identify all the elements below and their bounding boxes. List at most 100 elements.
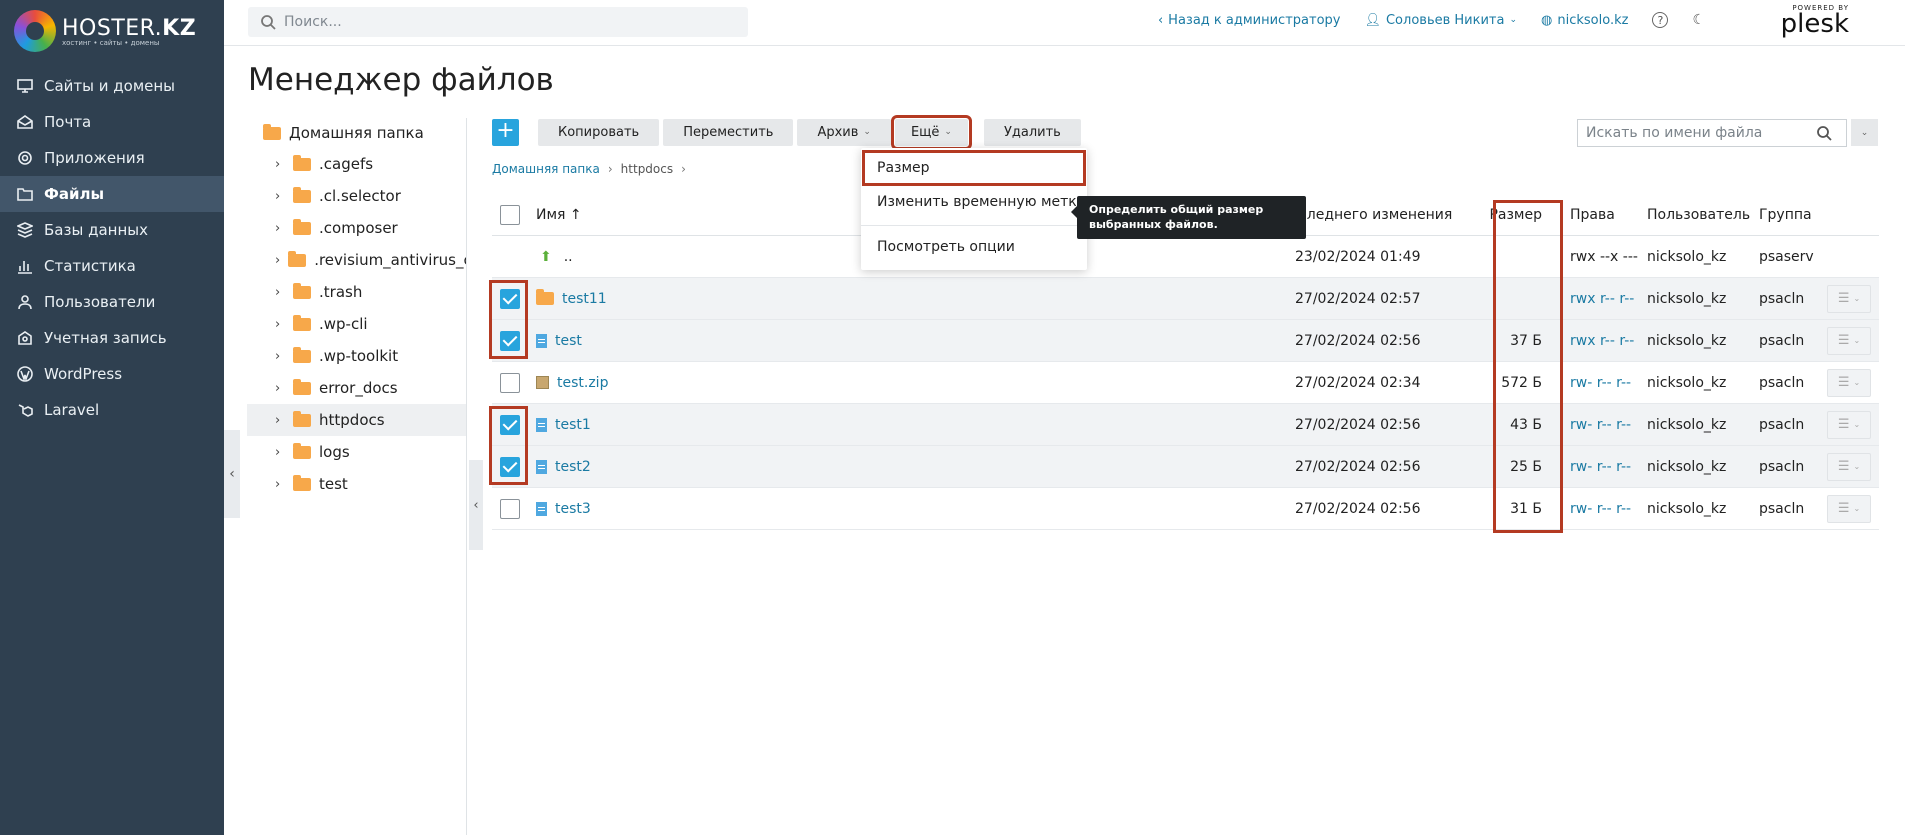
table-row[interactable]: ⬆︎.. 23/02/2024 01:49 rwx --x --- nicksolo_… — [492, 236, 1879, 278]
file-search-input[interactable] — [1586, 125, 1816, 141]
sidebar-item-mail[interactable]: Почта — [0, 104, 224, 140]
chevron-right-icon[interactable]: › — [275, 285, 285, 300]
row-actions-button[interactable]: ☰ ⌄ — [1827, 452, 1871, 481]
global-search[interactable] — [248, 7, 748, 37]
table-row[interactable]: test.zip 27/02/2024 02:34 572 Бrw- r-- r--… — [492, 362, 1879, 404]
select-all-checkbox[interactable] — [500, 204, 520, 225]
delete-button[interactable]: Удалить — [983, 118, 1081, 146]
file-group: psacln — [1759, 500, 1805, 517]
chevron-right-icon[interactable]: › — [275, 445, 285, 460]
monitor-icon — [16, 77, 34, 95]
tree-root[interactable]: Домашняя папка — [247, 118, 466, 148]
breadcrumb-current[interactable]: httpdocs — [621, 162, 673, 176]
sidebar-item-wordpress[interactable]: WordPress — [0, 356, 224, 392]
moon-icon[interactable]: ☾ — [1692, 12, 1705, 28]
tree-item[interactable]: › .trash — [247, 276, 466, 308]
chevron-down-icon: ⌄ — [1853, 378, 1861, 387]
back-to-admin-link[interactable]: ‹ Назад к администратору — [1158, 13, 1341, 28]
table-row[interactable]: test2 27/02/2024 02:56 25 Бrw- r-- r-- nick… — [492, 446, 1879, 488]
tree-item[interactable]: › logs — [247, 436, 466, 468]
search-options-button[interactable]: ⌄ — [1851, 119, 1878, 146]
tree-item[interactable]: › .wp-cli — [247, 308, 466, 340]
chevron-right-icon[interactable]: › — [275, 317, 285, 332]
menu-item-view-options[interactable]: Посмотреть опции — [861, 230, 1087, 264]
tree-collapse-button[interactable]: ‹ — [469, 460, 483, 550]
file-name[interactable]: test.zip — [557, 375, 608, 391]
tree-item[interactable]: › .cl.selector — [247, 180, 466, 212]
chevron-right-icon[interactable]: › — [275, 477, 285, 492]
file-permissions[interactable]: rwx r-- r-- — [1570, 291, 1634, 307]
table-row[interactable]: test3 27/02/2024 02:56 31 Бrw- r-- r-- nick… — [492, 488, 1879, 530]
sidebar-item-databases[interactable]: Базы данных — [0, 212, 224, 248]
help-icon[interactable]: ? — [1652, 12, 1669, 28]
file-name[interactable]: test2 — [555, 459, 591, 475]
file-permissions[interactable]: rw- r-- r-- — [1570, 501, 1631, 517]
row-checkbox[interactable] — [500, 498, 520, 519]
sidebar-collapse-button[interactable]: ‹ — [224, 430, 240, 518]
column-name[interactable]: Имя ↑ — [536, 207, 582, 223]
file-name[interactable]: test — [555, 333, 582, 349]
file-permissions[interactable]: rw- r-- r-- — [1570, 375, 1631, 391]
chevron-right-icon[interactable]: › — [275, 349, 285, 364]
tree-item[interactable]: › .wp-toolkit — [247, 340, 466, 372]
row-checkbox[interactable] — [500, 288, 520, 309]
row-actions-button[interactable]: ☰ ⌄ — [1827, 326, 1871, 355]
row-actions-button[interactable]: ☰ ⌄ — [1827, 494, 1871, 523]
chevron-right-icon[interactable]: › — [275, 189, 285, 204]
search-icon[interactable] — [1816, 125, 1832, 141]
sidebar-item-laravel[interactable]: Laravel — [0, 392, 224, 428]
row-checkbox[interactable] — [500, 414, 520, 435]
copy-button[interactable]: Копировать — [538, 118, 660, 146]
file-permissions[interactable]: rw- r-- r-- — [1570, 417, 1631, 433]
chevron-right-icon[interactable]: › — [275, 413, 285, 428]
row-checkbox[interactable] — [500, 372, 520, 393]
file-name[interactable]: .. — [564, 249, 573, 265]
row-checkbox[interactable] — [500, 456, 520, 477]
table-row[interactable]: test1 27/02/2024 02:56 43 Бrw- r-- r-- nick… — [492, 404, 1879, 446]
tree-item[interactable]: › httpdocs — [247, 404, 466, 436]
chevron-right-icon[interactable]: › — [275, 381, 285, 396]
menu-item-change-timestamp[interactable]: Изменить временную метку — [861, 185, 1087, 219]
global-search-input[interactable] — [284, 14, 724, 30]
file-name[interactable]: test1 — [555, 417, 591, 433]
column-user[interactable]: Пользователь — [1647, 207, 1750, 223]
column-perms[interactable]: Права — [1570, 207, 1615, 223]
table-row[interactable]: test 27/02/2024 02:56 37 Бrwx r-- r-- nicks… — [492, 320, 1879, 362]
sidebar-item-label: Сайты и домены — [44, 77, 176, 95]
add-button[interactable]: + — [492, 118, 519, 146]
file-permissions[interactable]: rwx r-- r-- — [1570, 333, 1634, 349]
domain-link[interactable]: ◍ nicksolo.kz — [1541, 13, 1628, 28]
more-button[interactable]: Ещё ⌄ — [890, 114, 972, 150]
tree-item[interactable]: › .revisium_antivirus_cache — [247, 244, 466, 276]
move-button[interactable]: Переместить — [663, 118, 794, 146]
row-checkbox[interactable] — [500, 330, 520, 351]
tree-item[interactable]: › .composer — [247, 212, 466, 244]
user-menu[interactable]: 👤︎ Соловьев Никита ⌄ — [1364, 13, 1517, 28]
table-row[interactable]: test11 27/02/2024 02:57 rwx r-- r-- nicksol… — [492, 278, 1879, 320]
tree-item[interactable]: › error_docs — [247, 372, 466, 404]
column-group[interactable]: Группа — [1759, 207, 1812, 223]
row-actions-button[interactable]: ☰ ⌄ — [1827, 284, 1871, 313]
sidebar-item-files[interactable]: Файлы — [0, 176, 224, 212]
brand-logo[interactable]: HOSTER.KZ хостинг • сайты • домены — [0, 0, 224, 62]
sidebar-item-users[interactable]: Пользователи — [0, 284, 224, 320]
file-name[interactable]: test3 — [555, 501, 591, 517]
file-permissions[interactable]: rw- r-- r-- — [1570, 459, 1631, 475]
tree-item[interactable]: › .cagefs — [247, 148, 466, 180]
chevron-right-icon[interactable]: › — [275, 157, 285, 172]
sidebar-item-statistics[interactable]: Статистика — [0, 248, 224, 284]
breadcrumb-root[interactable]: Домашняя папка — [492, 162, 600, 176]
file-search[interactable] — [1577, 119, 1847, 147]
chevron-right-icon[interactable]: › — [275, 253, 280, 268]
file-name[interactable]: test11 — [562, 291, 607, 307]
chevron-right-icon[interactable]: › — [275, 221, 285, 236]
row-actions-button[interactable]: ☰ ⌄ — [1827, 368, 1871, 397]
sidebar-item-account[interactable]: Учетная запись — [0, 320, 224, 356]
archive-button[interactable]: Архив ⌄ — [797, 118, 891, 146]
sidebar-item-apps[interactable]: Приложения — [0, 140, 224, 176]
menu-item-size[interactable]: Размер — [862, 150, 1086, 186]
sidebar-item-sites[interactable]: Сайты и домены — [0, 68, 224, 104]
row-actions-button[interactable]: ☰ ⌄ — [1827, 410, 1871, 439]
column-size[interactable]: Размер — [1382, 207, 1542, 223]
tree-item[interactable]: › test — [247, 468, 466, 500]
